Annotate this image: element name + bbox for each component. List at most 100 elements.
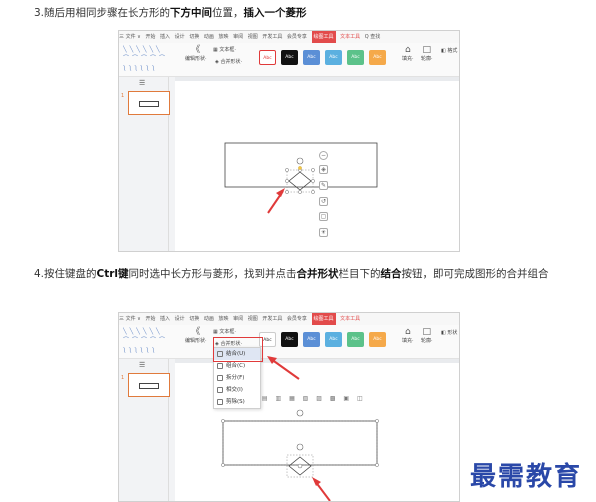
- tab-review[interactable]: 审阅: [233, 31, 243, 43]
- bulb-icon[interactable]: ☀: [319, 228, 328, 237]
- tab-animation[interactable]: 动画: [204, 31, 214, 43]
- fill-button[interactable]: ⌂ 填充·: [402, 327, 414, 344]
- style-button-3[interactable]: Abc: [303, 50, 320, 65]
- format-icon: ◧: [441, 48, 446, 54]
- menu-item-intersect[interactable]: 相交(I): [214, 384, 260, 396]
- diamond-selection[interactable]: [285, 157, 315, 194]
- format-button[interactable]: ◧ 格式: [441, 47, 457, 54]
- edit-shape-icon: 《: [191, 45, 201, 55]
- fragment-icon: [217, 375, 223, 381]
- rotate-icon[interactable]: ↺: [319, 197, 328, 206]
- layers-icon[interactable]: ◈: [319, 165, 328, 174]
- tab-view[interactable]: 视图: [248, 313, 258, 325]
- fill-bucket-icon: ⌂: [404, 45, 411, 55]
- red-arrow-menu: [267, 356, 300, 380]
- merge-shape-icon: ◈: [215, 59, 219, 65]
- ribbon: ╲╲╲╲╲╲ ⌒⌒⌒⌒⌒ ʅʅʅʅʅʅ 《 编辑形状· ▦ 文本框· ◈ 合并形状·…: [119, 43, 459, 77]
- search-box[interactable]: Q 查找: [365, 31, 381, 43]
- slide-number: 1: [121, 375, 125, 381]
- tab-drawing-tools[interactable]: 绘图工具: [311, 313, 336, 325]
- intersect-icon: [217, 387, 223, 393]
- outline-icon: □: [422, 327, 432, 337]
- collapse-icon[interactable]: −: [319, 151, 328, 160]
- text-box-button[interactable]: ▦ 文本框·: [213, 46, 236, 53]
- rotate-handle: [296, 157, 304, 165]
- thumbnail-rectangle: [139, 383, 159, 389]
- combine-icon: [217, 363, 223, 369]
- tab-slideshow[interactable]: 放映: [218, 31, 228, 43]
- style-button-3[interactable]: Abc: [303, 332, 320, 347]
- fill-button[interactable]: ⌂ 填充·: [402, 45, 414, 62]
- outline-view-icon[interactable]: ☰: [139, 79, 145, 87]
- text-box-icon: ▦: [213, 47, 218, 53]
- adjust-handle: [298, 166, 302, 170]
- edit-shape-button[interactable]: 《 编辑形状·: [185, 327, 207, 344]
- watermark-logo: 最需教育: [470, 462, 583, 492]
- rectangle-shape[interactable]: [222, 420, 378, 466]
- slide-shapes: [224, 142, 378, 214]
- slide-page[interactable]: − ◈ ✎ ↺ ▢ ☀: [175, 81, 459, 251]
- edit-shape-icon: 《: [191, 327, 201, 337]
- style-button-6[interactable]: Abc: [369, 50, 386, 65]
- outline-button[interactable]: □ 轮廓·: [421, 45, 433, 62]
- tab-text-tools[interactable]: 文本工具: [340, 31, 360, 43]
- thumbnail-rectangle: [139, 101, 159, 107]
- screenshot-step4: 三 文件 ∨ 开始 插入 设计 切换 动画 放映 审阅 视图 开发工具 会员专享…: [118, 312, 460, 502]
- tab-insert[interactable]: 插入: [160, 31, 170, 43]
- highlight-box: [213, 337, 263, 362]
- tab-view[interactable]: 视图: [248, 31, 258, 43]
- slide-thumbnail[interactable]: [128, 91, 170, 115]
- diamond-selection[interactable]: [286, 454, 314, 478]
- style-button-2[interactable]: Abc: [281, 332, 298, 347]
- tab-design[interactable]: 设计: [175, 31, 185, 43]
- tab-insert[interactable]: 插入: [160, 313, 170, 325]
- tab-developer[interactable]: 开发工具: [262, 31, 282, 43]
- frame-icon[interactable]: ▢: [319, 212, 328, 221]
- style-button-6[interactable]: Abc: [369, 332, 386, 347]
- style-button-4[interactable]: Abc: [325, 50, 342, 65]
- tab-slideshow[interactable]: 放映: [218, 313, 228, 325]
- tab-member[interactable]: 会员专享: [287, 31, 307, 43]
- tab-start[interactable]: 开始: [145, 313, 155, 325]
- tab-developer[interactable]: 开发工具: [262, 313, 282, 325]
- tab-review[interactable]: 审阅: [233, 313, 243, 325]
- outline-icon: □: [422, 45, 432, 55]
- slide-thumbnail-pane: ☰ 1: [119, 77, 170, 251]
- tab-start[interactable]: 开始: [145, 31, 155, 43]
- tab-design[interactable]: 设计: [175, 313, 185, 325]
- rectangle-shape[interactable]: [224, 142, 378, 188]
- slide-number: 1: [121, 93, 125, 99]
- style-button-4[interactable]: Abc: [325, 332, 342, 347]
- red-arrow: [312, 477, 331, 501]
- menu-item-subtract[interactable]: 剪除(S): [214, 396, 260, 408]
- outline-button[interactable]: □ 轮廓·: [421, 327, 433, 344]
- edit-shape-button[interactable]: 《 编辑形状·: [185, 45, 207, 62]
- style-button-5[interactable]: Abc: [347, 50, 364, 65]
- line-style-gallery[interactable]: ╲╲╲╲╲╲ ⌒⌒⌒⌒⌒ ʅʅʅʅʅʅ: [123, 327, 175, 355]
- file-menu[interactable]: 三 文件 ∨: [119, 31, 141, 43]
- line-style-gallery[interactable]: ╲╲╲╲╲╲ ⌒⌒⌒⌒⌒ ʅʅʅʅʅʅ: [123, 45, 175, 73]
- outline-view-icon[interactable]: ☰: [139, 361, 145, 369]
- slide-thumbnail[interactable]: [128, 373, 170, 397]
- step3-instruction: 3.随后用相同步骤在长方形的下方中间位置，插入一个菱形: [34, 7, 307, 19]
- tab-text-tools[interactable]: 文本工具: [340, 313, 360, 325]
- style-button-2[interactable]: Abc: [281, 50, 298, 65]
- text-box-button[interactable]: ▦ 文本框·: [213, 328, 236, 335]
- file-menu[interactable]: 三 文件 ∨: [119, 313, 141, 325]
- fill-bucket-icon: ⌂: [404, 327, 411, 337]
- tab-drawing-tools[interactable]: 绘图工具: [311, 31, 336, 43]
- pen-icon[interactable]: ✎: [319, 181, 328, 190]
- style-button-5[interactable]: Abc: [347, 332, 364, 347]
- tab-transition[interactable]: 切换: [189, 313, 199, 325]
- menu-bar: 三 文件 ∨ 开始 插入 设计 切换 动画 放映 审阅 视图 开发工具 会员专享…: [119, 31, 459, 43]
- tab-transition[interactable]: 切换: [189, 31, 199, 43]
- style-button-1[interactable]: Abc: [259, 50, 276, 65]
- shape-button[interactable]: ◧ 形状: [441, 329, 457, 336]
- menu-bar-2: 三 文件 ∨ 开始 插入 设计 切换 动画 放映 审阅 视图 开发工具 会员专享…: [119, 313, 459, 325]
- text-box-icon: ▦: [213, 329, 218, 335]
- tab-animation[interactable]: 动画: [204, 313, 214, 325]
- tab-member[interactable]: 会员专享: [287, 313, 307, 325]
- slide-thumbnail-pane-2: ☰ 1: [119, 359, 170, 501]
- merge-shape-button[interactable]: ◈ 合并形状·: [215, 58, 242, 65]
- menu-item-fragment[interactable]: 拆分(F): [214, 372, 260, 384]
